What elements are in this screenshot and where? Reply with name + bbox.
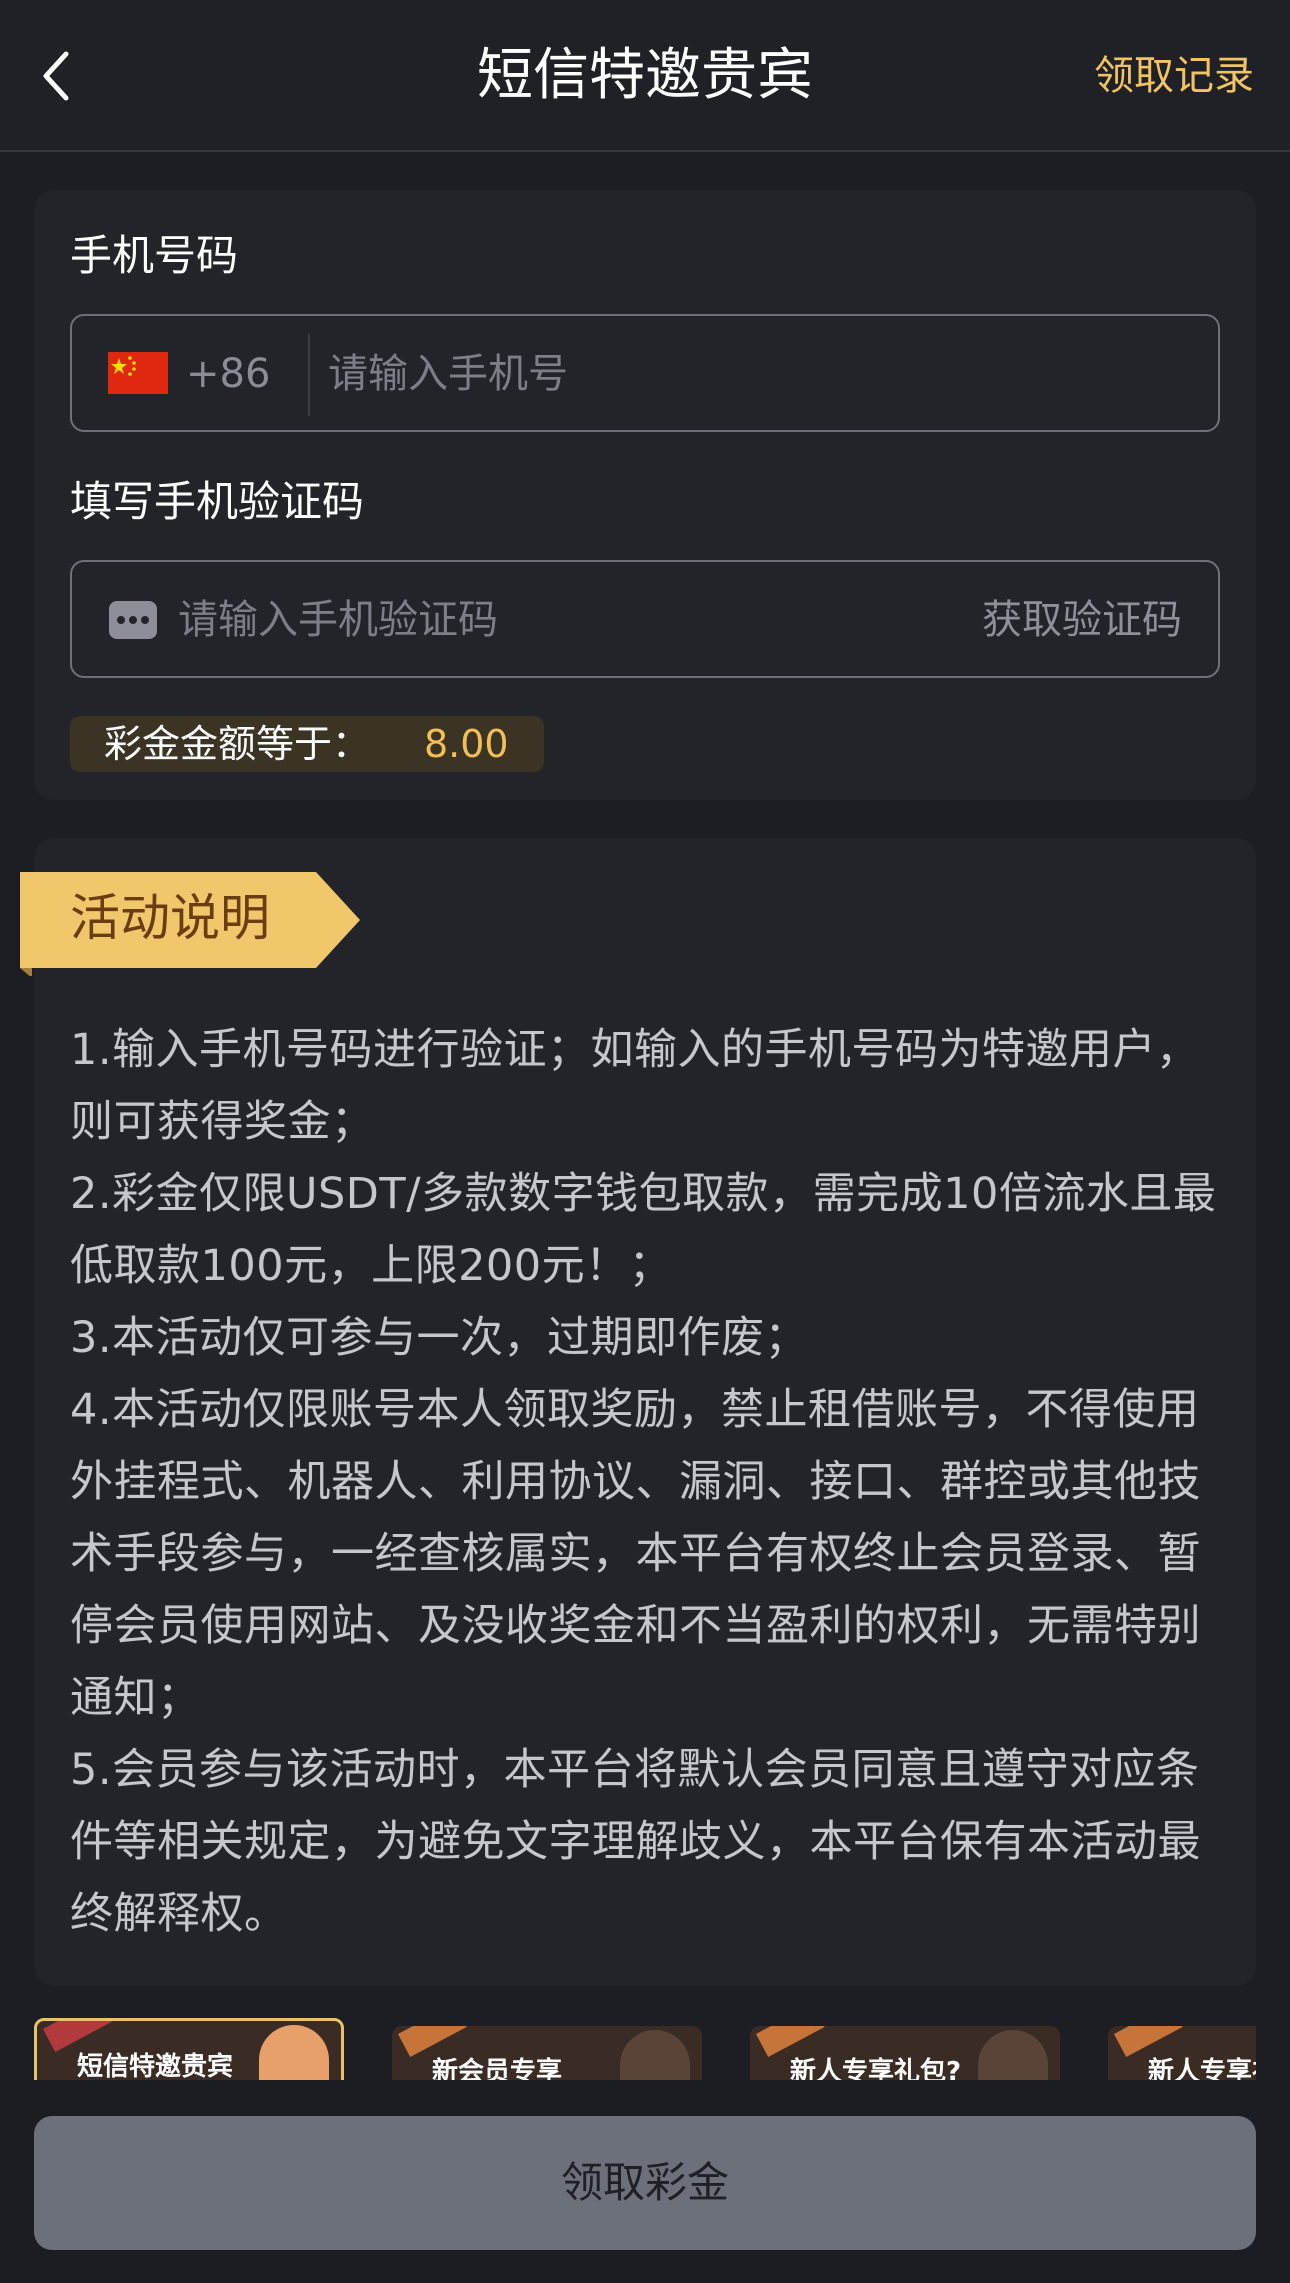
rules-tag-title: 活动说明 [70, 889, 270, 947]
promo-banner[interactable]: 新会员专享 [392, 2026, 702, 2080]
message-dots-icon [109, 601, 157, 639]
promo-banner-title: 新人专享礼 [1148, 2057, 1256, 2080]
get-code-button[interactable]: 获取验证码 [982, 592, 1182, 648]
promo-banner[interactable]: 短信特邀贵宾 [34, 2018, 344, 2080]
promo-banner[interactable]: 新人专享礼 [1108, 2026, 1256, 2080]
claim-bonus-button[interactable]: 领取彩金 [34, 2116, 1256, 2250]
code-label: 填写手机验证码 [70, 477, 365, 526]
bonus-amount-value: 8.00 [424, 722, 509, 766]
claim-record-link[interactable]: 领取记录 [1094, 48, 1254, 104]
badge-new-icon [398, 2026, 467, 2057]
promo-banner[interactable]: 新人专享礼包? [750, 2026, 1060, 2080]
promo-banner-title: 新人专享礼包? [790, 2057, 962, 2080]
country-code[interactable]: +86 [186, 346, 270, 402]
page: 短信特邀贵宾 领取记录 手机号码 +86 请输入手机号 填写手机验证码 请输入手… [0, 0, 1290, 2283]
bottom-bar: 领取彩金 [0, 2080, 1290, 2283]
envelope-heart-icon [259, 2025, 329, 2080]
phone-input-field[interactable]: +86 请输入手机号 [70, 314, 1220, 432]
header: 短信特邀贵宾 领取记录 [0, 0, 1290, 152]
promo-banner-title: 新会员专享 [432, 2057, 563, 2080]
promo-banner-title: 短信特邀贵宾 [77, 2052, 234, 2080]
input-divider [308, 334, 310, 416]
code-input-field[interactable]: 请输入手机验证码 获取验证码 [70, 560, 1220, 678]
code-placeholder[interactable]: 请输入手机验证码 [178, 592, 498, 648]
china-flag-icon[interactable] [108, 352, 168, 394]
model-portrait-icon [978, 2030, 1048, 2080]
bonus-amount-label: 彩金金额等于： [104, 722, 371, 766]
badge-new-icon [1114, 2026, 1183, 2057]
bonus-amount-badge: 彩金金额等于： 8.00 [70, 716, 544, 772]
phone-placeholder[interactable]: 请输入手机号 [328, 346, 568, 402]
phone-label: 手机号码 [70, 231, 239, 280]
form-card: 手机号码 +86 请输入手机号 填写手机验证码 请输入手机验证码 获取验证码 彩… [34, 190, 1256, 800]
rules-body: 1.输入手机号码进行验证；如输入的手机号码为特邀用户，则可获得奖金； 2.彩金仅… [70, 1025, 1217, 1939]
promo-banner-strip[interactable]: 短信特邀贵宾 新会员专享 新人专享礼包? 新人专享礼 [34, 2018, 1256, 2080]
badge-official-icon [43, 2021, 112, 2052]
model-portrait-icon [620, 2030, 690, 2080]
rules-card: 活动说明 1.输入手机号码进行验证；如输入的手机号码为特邀用户，则可获得奖金； … [20, 838, 1256, 1986]
badge-new-icon [756, 2026, 825, 2057]
